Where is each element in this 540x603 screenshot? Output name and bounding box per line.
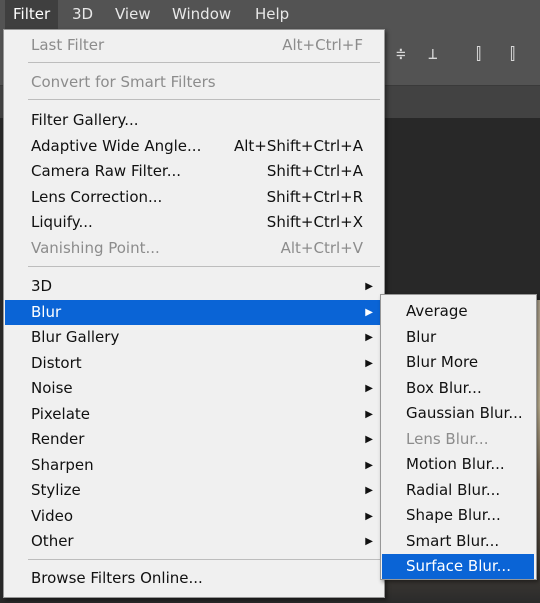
menu-item-adaptive-wide-angle[interactable]: Adaptive Wide Angle... Alt+Shift+Ctrl+A (5, 134, 381, 159)
menu-item-label: Distort (31, 354, 82, 372)
menu-3d[interactable]: 3D (64, 0, 101, 29)
submenu-arrow-icon: ▶ (365, 332, 373, 343)
menu-item-label: Pixelate (31, 405, 90, 423)
menu-separator (28, 99, 380, 100)
menu-item-label: Adaptive Wide Angle... (31, 137, 202, 155)
shortcut-text: Alt+Ctrl+V (280, 239, 363, 257)
submenu-arrow-icon: ▶ (365, 511, 373, 522)
submenu-item-label: Gaussian Blur... (406, 404, 523, 422)
menu-filter[interactable]: Filter (5, 0, 59, 29)
menu-item-label: Lens Correction... (31, 188, 163, 206)
shortcut-text: Alt+Ctrl+F (282, 36, 363, 54)
submenu-item-shape-blur[interactable]: Shape Blur... (382, 503, 534, 528)
menu-item-3d[interactable]: 3D ▶ (5, 274, 381, 299)
filter-menu: Last Filter Alt+Ctrl+F Convert for Smart… (3, 29, 385, 598)
menu-item-lens-correction[interactable]: Lens Correction... Shift+Ctrl+R (5, 185, 381, 210)
shortcut-text: Shift+Ctrl+X (266, 213, 363, 231)
submenu-item-label: Blur More (406, 353, 479, 371)
menu-bar: Filter 3D View Window Help (0, 0, 540, 29)
submenu-item-label: Lens Blur... (406, 430, 489, 448)
menu-item-filter-gallery[interactable]: Filter Gallery... (5, 108, 381, 133)
submenu-arrow-icon: ▶ (365, 307, 373, 318)
menu-item-camera-raw-filter[interactable]: Camera Raw Filter... Shift+Ctrl+A (5, 159, 381, 184)
menu-item-convert-smart-filters[interactable]: Convert for Smart Filters (5, 70, 381, 95)
menu-item-stylize[interactable]: Stylize ▶ (5, 478, 381, 503)
menu-separator (28, 62, 380, 63)
submenu-arrow-icon: ▶ (365, 281, 373, 292)
submenu-item-smart-blur[interactable]: Smart Blur... (382, 529, 534, 554)
blur-submenu: Average Blur Blur More Box Blur... Gauss… (380, 294, 537, 580)
menu-item-pixelate[interactable]: Pixelate ▶ (5, 402, 381, 427)
menu-item-label: Blur (31, 303, 62, 321)
menu-item-label: Blur Gallery (31, 328, 120, 346)
menu-item-blur[interactable]: Blur ▶ (5, 300, 381, 325)
submenu-item-label: Radial Blur... (406, 481, 501, 499)
submenu-item-lens-blur[interactable]: Lens Blur... (382, 427, 534, 452)
menu-item-label: Stylize (31, 481, 81, 499)
menu-separator (28, 559, 380, 560)
submenu-item-radial-blur[interactable]: Radial Blur... (382, 478, 534, 503)
distribute-left-icon[interactable]: ⫿ (476, 44, 481, 64)
submenu-arrow-icon: ▶ (365, 409, 373, 420)
menu-item-label: Render (31, 430, 85, 448)
menu-item-label: Vanishing Point... (31, 239, 160, 257)
menu-item-noise[interactable]: Noise ▶ (5, 376, 381, 401)
menu-item-label: Last Filter (31, 36, 105, 54)
submenu-item-surface-blur[interactable]: Surface Blur... (382, 554, 534, 579)
align-bottom-icon[interactable]: ⊥ (428, 44, 438, 63)
submenu-arrow-icon: ▶ (365, 485, 373, 496)
submenu-item-label: Shape Blur... (406, 506, 501, 524)
submenu-item-label: Surface Blur... (406, 557, 511, 575)
menu-item-vanishing-point[interactable]: Vanishing Point... Alt+Ctrl+V (5, 236, 381, 261)
menu-item-label: Other (31, 532, 74, 550)
shortcut-text: Shift+Ctrl+R (266, 188, 363, 206)
menu-item-browse-filters-online[interactable]: Browse Filters Online... (5, 566, 381, 591)
menu-view[interactable]: View (107, 0, 159, 29)
menu-item-label: Filter Gallery... (31, 111, 139, 129)
menu-item-label: Sharpen (31, 456, 94, 474)
menu-item-label: Camera Raw Filter... (31, 162, 182, 180)
menu-item-sharpen[interactable]: Sharpen ▶ (5, 453, 381, 478)
menu-window[interactable]: Window (164, 0, 239, 29)
shortcut-text: Alt+Shift+Ctrl+A (233, 137, 363, 155)
menu-item-label: Convert for Smart Filters (31, 73, 216, 91)
menu-item-other[interactable]: Other ▶ (5, 529, 381, 554)
align-vertical-center-icon[interactable]: ≑ (396, 44, 406, 63)
menu-item-label: 3D (31, 277, 53, 295)
menu-separator (28, 266, 380, 267)
menu-item-label: Liquify... (31, 213, 93, 231)
submenu-arrow-icon: ▶ (365, 358, 373, 369)
menu-item-render[interactable]: Render ▶ (5, 427, 381, 452)
submenu-arrow-icon: ▶ (365, 536, 373, 547)
submenu-arrow-icon: ▶ (365, 434, 373, 445)
menu-item-blur-gallery[interactable]: Blur Gallery ▶ (5, 325, 381, 350)
distribute-center-icon[interactable]: ⫿ (510, 44, 515, 64)
submenu-item-label: Blur (406, 328, 437, 346)
submenu-item-box-blur[interactable]: Box Blur... (382, 376, 534, 401)
menu-item-last-filter[interactable]: Last Filter Alt+Ctrl+F (5, 33, 381, 58)
submenu-arrow-icon: ▶ (365, 460, 373, 471)
menu-item-label: Video (31, 507, 74, 525)
submenu-item-motion-blur[interactable]: Motion Blur... (382, 452, 534, 477)
menu-item-label: Browse Filters Online... (31, 569, 203, 587)
submenu-item-average[interactable]: Average (382, 299, 534, 324)
submenu-item-gaussian-blur[interactable]: Gaussian Blur... (382, 401, 534, 426)
menu-item-label: Noise (31, 379, 73, 397)
submenu-item-blur[interactable]: Blur (382, 325, 534, 350)
menu-help[interactable]: Help (247, 0, 297, 29)
submenu-arrow-icon: ▶ (365, 383, 373, 394)
menu-item-liquify[interactable]: Liquify... Shift+Ctrl+X (5, 210, 381, 235)
submenu-item-label: Average (406, 302, 468, 320)
submenu-item-label: Smart Blur... (406, 532, 500, 550)
menu-item-video[interactable]: Video ▶ (5, 504, 381, 529)
shortcut-text: Shift+Ctrl+A (266, 162, 363, 180)
menu-item-distort[interactable]: Distort ▶ (5, 351, 381, 376)
submenu-item-label: Motion Blur... (406, 455, 505, 473)
submenu-item-label: Box Blur... (406, 379, 482, 397)
submenu-item-blur-more[interactable]: Blur More (382, 350, 534, 375)
